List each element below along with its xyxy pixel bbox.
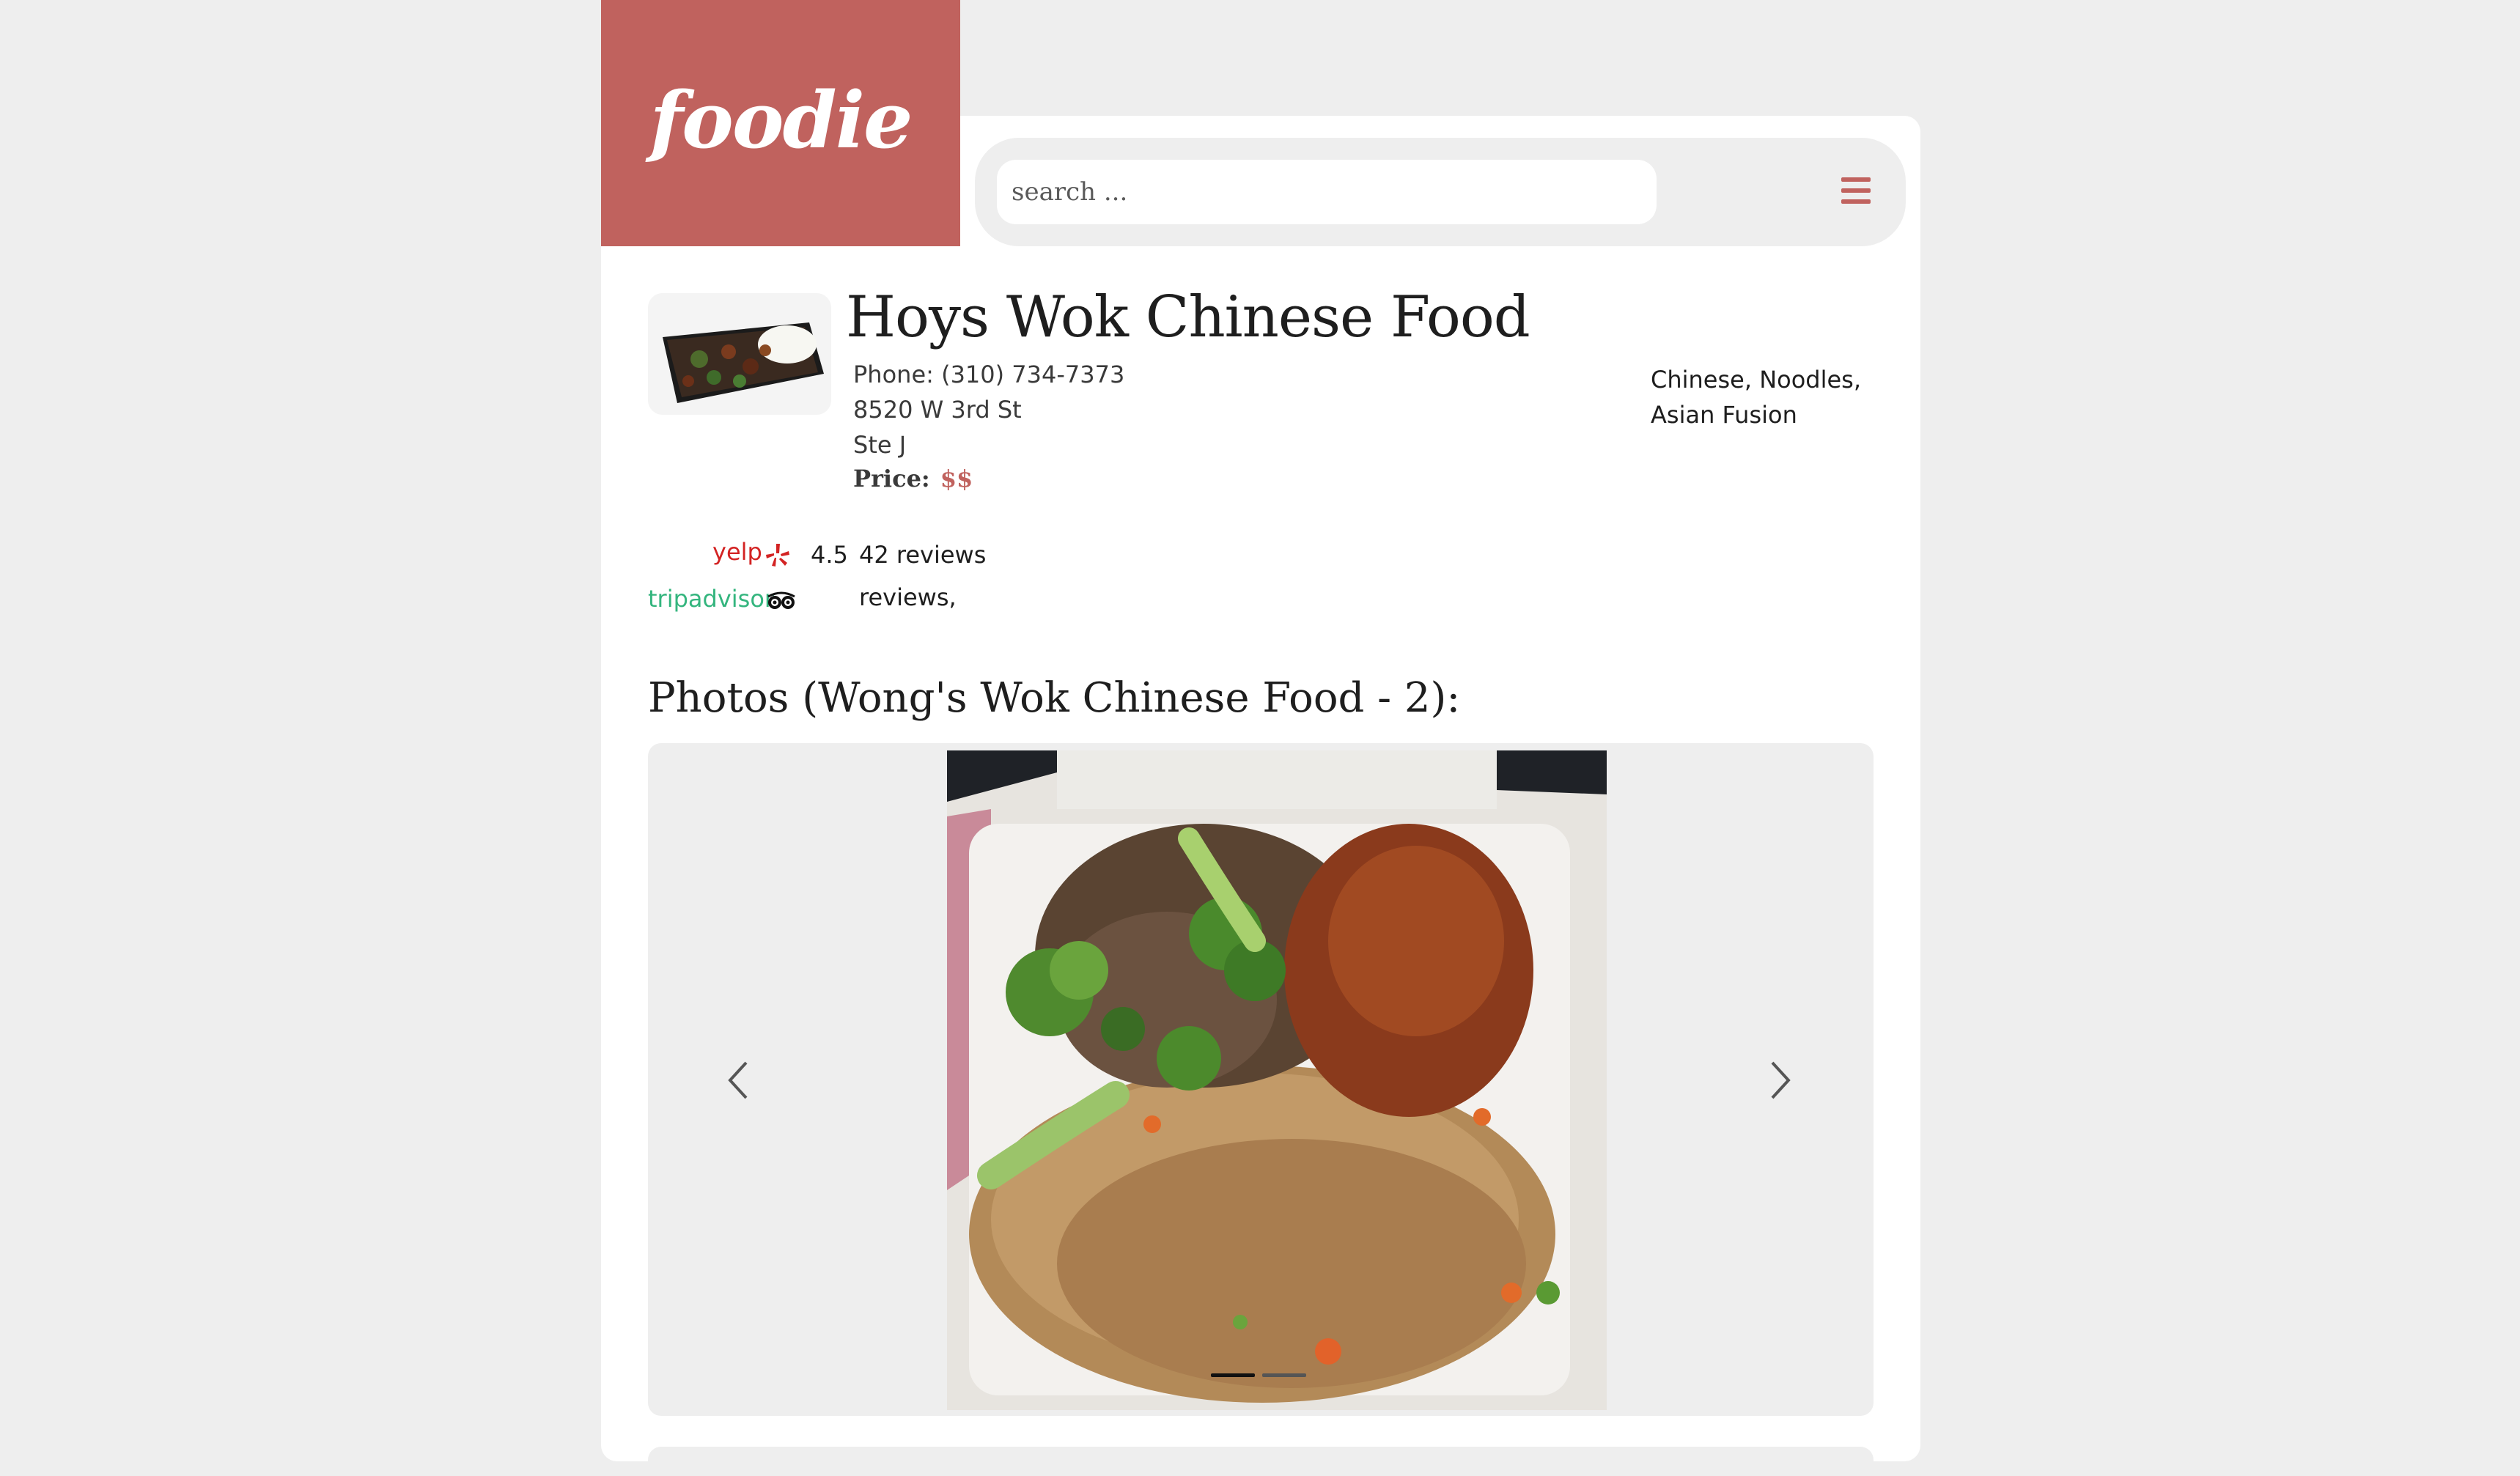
owl-eyes-icon <box>765 591 797 615</box>
yelp-review-count[interactable]: 42 reviews <box>859 541 986 569</box>
address-line-1: 8520 W 3rd St <box>853 396 1022 424</box>
price-label: Price: <box>853 465 930 492</box>
restaurant-name: Hoys Wok Chinese Food <box>846 284 1530 350</box>
carousel-photo[interactable] <box>947 750 1607 1410</box>
tripadvisor-review-count[interactable]: reviews, <box>859 583 957 611</box>
hamburger-menu-icon[interactable] <box>1841 177 1871 204</box>
search-bar <box>975 138 1906 246</box>
restaurant-categories: Chinese, Noodles, Asian Fusion <box>1651 362 1885 432</box>
carousel-indicators <box>1211 1373 1306 1377</box>
price-row: Price: $$ <box>853 465 973 492</box>
next-section-card <box>648 1447 1874 1476</box>
chevron-right-icon[interactable] <box>1765 1058 1794 1102</box>
address-line-2: Ste J <box>853 431 907 459</box>
photo-carousel <box>648 743 1874 1416</box>
yelp-rating: 4.5 <box>811 541 848 569</box>
price-value: $$ <box>940 465 973 492</box>
categories-line-1: Chinese, Noodles, <box>1651 366 1862 394</box>
carousel-indicator-1[interactable] <box>1211 1373 1255 1377</box>
categories-line-2: Asian Fusion <box>1651 401 1797 429</box>
yelp-link[interactable]: yelp <box>712 538 762 566</box>
restaurant-thumbnail[interactable] <box>648 293 831 415</box>
photos-heading: Photos (Wong's Wok Chinese Food - 2): <box>648 674 1461 722</box>
brand-logo[interactable]: foodie <box>601 0 960 246</box>
brand-logo-text: foodie <box>649 73 913 166</box>
carousel-indicator-2[interactable] <box>1262 1373 1306 1377</box>
restaurant-phone[interactable]: Phone: (310) 734-7373 <box>853 361 1124 388</box>
search-input[interactable] <box>997 160 1657 224</box>
tripadvisor-link[interactable]: tripadvisor <box>648 585 774 613</box>
yelp-burst-icon <box>765 542 790 571</box>
chevron-left-icon[interactable] <box>724 1058 754 1102</box>
